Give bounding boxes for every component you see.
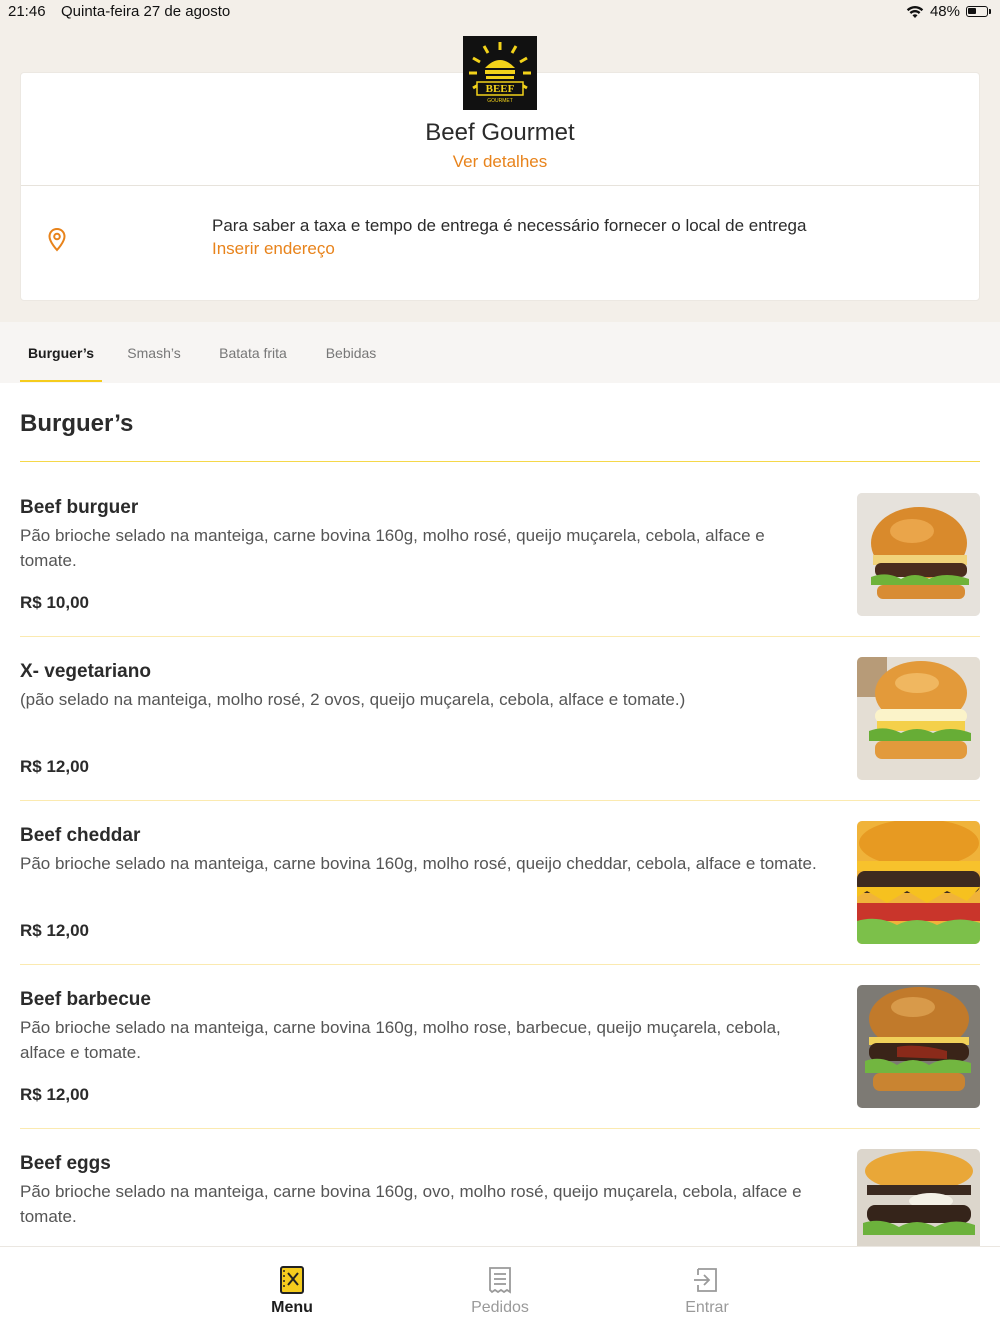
delivery-info-text: Para saber a taxa e tempo de entrega é n… [212, 216, 807, 235]
item-name: Beef burguer [20, 497, 139, 518]
location-pin-icon [48, 227, 66, 252]
item-photo [857, 1149, 980, 1246]
logo-subtext: GOURMET [487, 98, 513, 104]
nav-pedidos[interactable]: Pedidos [440, 1247, 560, 1335]
details-link[interactable]: Ver detalhes [21, 152, 979, 172]
status-date: Quinta-feira 27 de agosto [61, 3, 231, 20]
tab-smashs[interactable]: Smash’s [116, 322, 192, 380]
item-name: X- vegetariano [20, 661, 151, 682]
menu-item[interactable]: Beef barbecue Pão brioche selado na mant… [20, 975, 980, 1139]
nav-menu-label: Menu [271, 1299, 313, 1316]
item-price: R$ 12,00 [20, 921, 89, 940]
item-price: R$ 12,00 [20, 1085, 89, 1104]
item-description: Pão brioche selado na manteiga, carne bo… [20, 526, 765, 570]
category-tabs: Burguer’s Smash’s Batata frita Bebidas [0, 322, 1000, 384]
bottom-nav: Menu Pedidos Entrar [0, 1246, 1000, 1335]
item-name: Beef cheddar [20, 825, 141, 846]
logo-text: BEEF [486, 83, 515, 95]
menu-item[interactable]: Beef cheddar Pão brioche selado na mante… [20, 811, 980, 975]
nav-entrar-label: Entrar [685, 1299, 729, 1316]
nav-menu[interactable]: Menu [232, 1247, 352, 1335]
tab-burguers[interactable]: Burguer’s [20, 322, 102, 382]
nav-pedidos-label: Pedidos [471, 1299, 529, 1316]
status-bar: 21:46 Quinta-feira 27 de agosto 48% [0, 0, 1000, 24]
login-icon [694, 1268, 717, 1292]
receipt-icon [489, 1267, 511, 1294]
item-divider [20, 964, 980, 965]
menu-item[interactable]: Beef eggs Pão brioche selado na manteiga… [20, 1139, 980, 1246]
store-name: Beef Gourmet [425, 119, 575, 146]
item-divider [20, 800, 980, 801]
battery-percent: 48% [929, 3, 960, 20]
insert-address-link[interactable]: Inserir endereço [212, 239, 335, 259]
menu-book-icon [280, 1266, 304, 1294]
item-description: Pão brioche selado na manteiga, carne bo… [20, 1182, 802, 1226]
item-divider [20, 636, 980, 637]
item-description: Pão brioche selado na manteiga, carne bo… [20, 1018, 781, 1062]
status-right: 48% [906, 3, 991, 20]
section-title: Burguer’s [20, 410, 134, 437]
status-time: 21:46 [8, 3, 46, 20]
item-name: Beef barbecue [20, 989, 151, 1010]
item-divider [20, 1128, 980, 1129]
nav-entrar[interactable]: Entrar [647, 1247, 767, 1335]
battery-fill [968, 8, 976, 14]
item-photo [857, 821, 980, 944]
battery-icon [966, 6, 991, 17]
tab-batata-frita[interactable]: Batata frita [206, 322, 300, 380]
item-price: R$ 12,00 [20, 757, 89, 776]
tab-bebidas[interactable]: Bebidas [314, 322, 388, 380]
item-description: (pão selado na manteiga, molho rosé, 2 o… [20, 690, 686, 709]
menu-content: Burguer’s Beef burguer Pão brioche selad… [0, 383, 1000, 1246]
item-name: Beef eggs [20, 1153, 111, 1174]
card-divider [21, 185, 979, 186]
menu-item[interactable]: Beef burguer Pão brioche selado na mante… [20, 483, 980, 647]
item-description: Pão brioche selado na manteiga, carne bo… [20, 854, 817, 873]
section-divider [20, 461, 980, 462]
store-logo: BEEF GOURMET [463, 36, 537, 110]
item-photo [857, 493, 980, 616]
wifi-icon [906, 5, 924, 18]
menu-item[interactable]: X- vegetariano (pão selado na manteiga, … [20, 647, 980, 811]
item-price: R$ 10,00 [20, 593, 89, 612]
item-photo [857, 657, 980, 780]
item-photo [857, 985, 980, 1108]
